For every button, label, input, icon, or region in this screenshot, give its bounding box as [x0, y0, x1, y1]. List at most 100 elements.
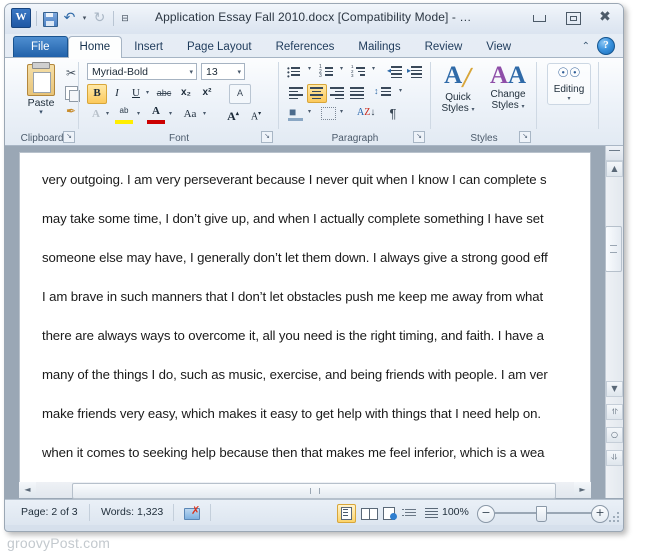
minimize-button[interactable] — [529, 9, 551, 26]
justify-button[interactable] — [348, 84, 366, 101]
close-button[interactable]: ✖ — [595, 9, 617, 26]
clear-formatting-button[interactable]: A — [229, 84, 251, 104]
ribbon-group-clipboard: Paste ▾ ✂ ✒ Clipboard ↘ — [5, 58, 80, 145]
tab-insert[interactable]: Insert — [122, 36, 175, 58]
zoom-level[interactable]: 100% — [442, 506, 469, 518]
restore-button[interactable] — [562, 9, 584, 26]
shading-button[interactable]: ■ — [287, 105, 305, 122]
styles-dialog-launcher-icon[interactable]: ↘ — [519, 131, 531, 143]
line-spacing-dropdown-icon[interactable]: ▾ — [396, 87, 405, 104]
change-styles-button[interactable]: AA Change Styles ▾ — [483, 62, 533, 113]
change-styles-dropdown-icon[interactable]: ▾ — [522, 104, 525, 110]
align-right-button[interactable] — [328, 84, 346, 101]
text-highlight-color-button[interactable]: ab — [115, 105, 133, 124]
numbering-dropdown-icon[interactable]: ▾ — [337, 65, 346, 82]
horizontal-scrollbar[interactable]: ◄ ► — [19, 482, 591, 499]
font-size-input[interactable]: 13 ▾ — [201, 63, 245, 80]
word-count[interactable]: Words: 1,323 — [101, 506, 163, 518]
paste-dropdown-icon[interactable]: ▾ — [19, 109, 63, 116]
tab-page-layout[interactable]: Page Layout — [175, 36, 264, 58]
next-page-button[interactable]: ⥥ — [606, 450, 623, 466]
font-color-button[interactable]: A — [147, 105, 165, 124]
vertical-scrollbar[interactable]: ▲ ▼ ⥣ ○ ⥥ — [605, 146, 623, 498]
quick-styles-dropdown-icon[interactable]: ▾ — [472, 107, 475, 113]
increase-indent-button[interactable]: ▸ — [406, 63, 424, 80]
zoom-out-button[interactable]: − — [477, 505, 495, 523]
outline-view-button[interactable] — [402, 505, 419, 522]
underline-dropdown-icon[interactable]: ▾ — [143, 84, 152, 102]
highlight-dropdown-icon[interactable]: ▾ — [134, 105, 143, 123]
strikethrough-button[interactable]: abc — [155, 84, 173, 102]
paste-button[interactable]: Paste ▾ — [19, 62, 63, 116]
numbering-button[interactable]: 123 — [319, 63, 337, 80]
change-case-dropdown-icon[interactable]: ▾ — [200, 105, 209, 123]
text-effects-dropdown-icon[interactable]: ▾ — [103, 105, 112, 123]
bold-button[interactable]: B — [87, 84, 107, 104]
scroll-right-button[interactable]: ► — [574, 482, 591, 498]
web-layout-view-button[interactable] — [381, 505, 398, 522]
scissors-icon: ✂ — [65, 66, 77, 80]
italic-button[interactable]: I — [108, 84, 126, 102]
ribbon-group-font: Myriad-Bold ▾ 13 ▾ B I U ▾ abc x₂ x² A A… — [79, 58, 279, 145]
clipboard-dialog-launcher-icon[interactable]: ↘ — [63, 131, 75, 143]
tab-mailings[interactable]: Mailings — [346, 36, 412, 58]
title-bar: W ↶ ▾ ↻ ⊟ Application Essay Fall 2010.do… — [5, 4, 623, 34]
previous-page-button[interactable]: ⥣ — [606, 404, 623, 420]
cut-button[interactable]: ✂ — [63, 65, 79, 81]
font-color-dropdown-icon[interactable]: ▾ — [166, 105, 175, 123]
quick-styles-icon: A╱ — [444, 62, 472, 89]
superscript-button[interactable]: x² — [198, 84, 216, 102]
sort-button[interactable]: AZ↓ — [357, 105, 375, 122]
print-layout-view-button[interactable] — [337, 504, 356, 523]
proofing-errors-icon[interactable]: ✗ — [183, 505, 201, 521]
bullets-dropdown-icon[interactable]: ▾ — [305, 65, 314, 82]
page-indicator[interactable]: Page: 2 of 3 — [21, 506, 78, 518]
borders-button[interactable] — [319, 105, 337, 122]
scroll-up-button[interactable]: ▲ — [606, 161, 623, 177]
decrease-indent-button[interactable]: ◂ — [386, 63, 404, 80]
tab-home[interactable]: Home — [67, 36, 123, 59]
select-browse-object-button[interactable]: ○ — [606, 427, 623, 443]
vertical-scroll-thumb[interactable] — [605, 226, 622, 272]
tab-view[interactable]: View — [474, 36, 523, 58]
document-line-1: very outgoing. I am very perseverant bec… — [42, 172, 547, 187]
format-painter-button[interactable]: ✒ — [63, 103, 79, 119]
editing-dropdown-icon[interactable]: ▾ — [548, 95, 590, 102]
show-formatting-marks-button[interactable]: ¶ — [384, 105, 402, 122]
font-dialog-launcher-icon[interactable]: ↘ — [261, 131, 273, 143]
line-spacing-button[interactable]: ↕ — [374, 84, 398, 101]
full-screen-reading-view-button[interactable] — [360, 505, 378, 522]
bullets-button[interactable]: • • • — [287, 63, 305, 81]
split-window-icon[interactable] — [606, 146, 623, 161]
align-left-button[interactable] — [287, 84, 305, 101]
subscript-button[interactable]: x₂ — [177, 84, 195, 102]
font-name-input[interactable]: Myriad-Bold ▾ — [87, 63, 197, 80]
paragraph-dialog-launcher-icon[interactable]: ↘ — [413, 131, 425, 143]
scroll-left-button[interactable]: ◄ — [19, 482, 36, 498]
quick-styles-button[interactable]: A╱ Quick Styles ▾ — [433, 62, 483, 116]
font-size-dropdown-icon[interactable]: ▾ — [237, 68, 241, 76]
copy-button[interactable] — [63, 84, 80, 102]
align-center-button[interactable] — [307, 84, 327, 103]
editing-button[interactable]: ☉☉ Editing ▾ — [547, 63, 591, 105]
help-icon[interactable]: ? — [597, 37, 615, 55]
resize-grip[interactable] — [609, 512, 620, 523]
tab-references[interactable]: References — [264, 36, 347, 58]
horizontal-scroll-thumb[interactable] — [72, 483, 556, 499]
zoom-slider-thumb[interactable] — [536, 506, 547, 522]
change-case-button[interactable]: Aa — [179, 105, 201, 123]
shading-dropdown-icon[interactable]: ▾ — [305, 108, 314, 125]
grow-font-button[interactable]: A▴ — [224, 105, 242, 123]
document-page[interactable]: very outgoing. I am very perseverant bec… — [19, 152, 591, 498]
tab-file[interactable]: File — [13, 36, 68, 58]
zoom-in-button[interactable]: + — [591, 505, 609, 523]
shrink-font-button[interactable]: A▾ — [247, 105, 265, 123]
borders-dropdown-icon[interactable]: ▾ — [337, 108, 346, 125]
minimize-ribbon-icon[interactable]: ⌃ — [582, 41, 590, 52]
tab-review[interactable]: Review — [413, 36, 475, 58]
font-name-dropdown-icon[interactable]: ▾ — [189, 68, 193, 76]
scroll-down-button[interactable]: ▼ — [606, 381, 623, 397]
multilevel-list-button[interactable]: 123 — [351, 63, 369, 80]
draft-view-button[interactable] — [423, 505, 440, 522]
multilevel-list-dropdown-icon[interactable]: ▾ — [369, 65, 378, 82]
